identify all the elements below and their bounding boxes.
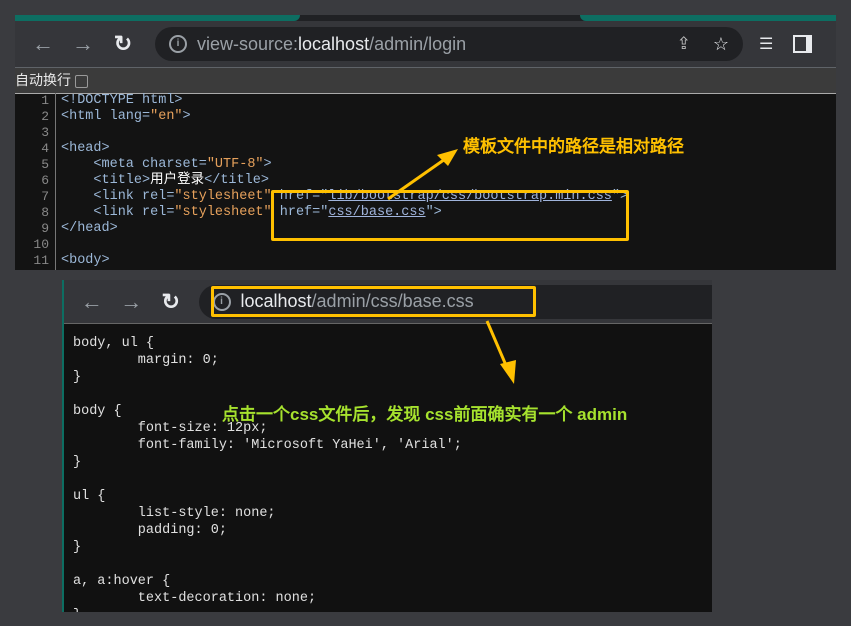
annotation-admin-prefix: 点击一个css文件后，发现 css前面确实有一个 admin bbox=[222, 405, 628, 424]
annotation-arrows bbox=[387, 149, 516, 384]
arrow-line-bottom bbox=[485, 320, 510, 371]
arrow-line-top bbox=[387, 155, 449, 201]
annotation-relative-path: 模板文件中的路径是相对路径 bbox=[463, 137, 684, 156]
arrow-head-bottom bbox=[500, 360, 516, 384]
